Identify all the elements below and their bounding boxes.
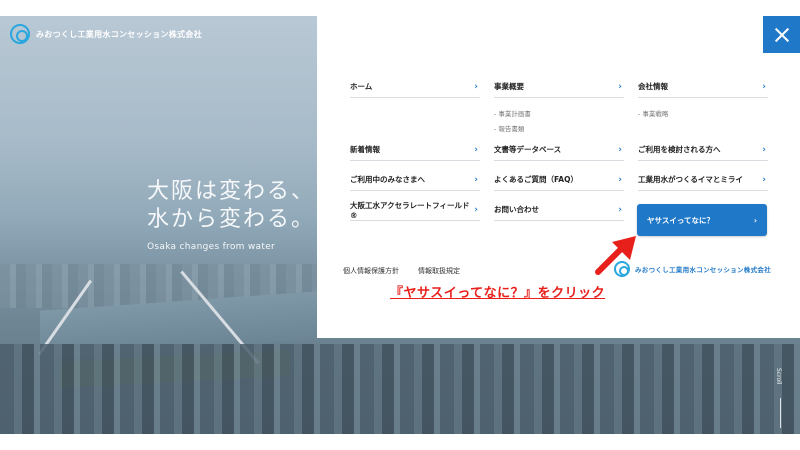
menu-item-label: 会社情報 [638,82,668,91]
chevron-right-icon: › [474,204,478,215]
scroll-indicator: Scroll [775,368,782,385]
chevron-right-icon: › [618,204,622,215]
hero-catchcopy: 大阪は変わる、 水から変わる。 [147,178,315,234]
red-arrow-icon [595,236,636,275]
chevron-right-icon: › [618,174,622,185]
menu-item-accelerate-field[interactable]: 大阪工水アクセラレートフィールド® › [350,199,480,221]
top-margin [0,0,800,16]
menu-item-news[interactable]: 新着情報 › [350,139,480,161]
menu-item-business-overview[interactable]: 事業概要 › [494,76,624,98]
menu-item-label: 新着情報 [350,145,380,154]
menu-item-prospective-users[interactable]: ご利用を検討される方へ › [638,139,768,161]
chevron-right-icon: › [753,215,757,225]
annotation-instruction: 『ヤサスイってなに？』をクリック [390,286,606,301]
menu-item-faq[interactable]: よくあるご質問（FAQ） › [494,169,624,191]
close-icon [774,27,790,43]
city-buildings [0,344,800,434]
catch-line-1: 大阪は変わる、 [147,179,316,204]
close-menu-button[interactable] [763,16,800,53]
menu-item-label: 文書等データベース [494,145,562,154]
menu-item-label: ご利用中のみなさまへ [350,175,425,184]
chevron-right-icon: › [762,174,766,185]
menu-item-contact[interactable]: お問い合わせ › [494,199,624,221]
logo-text: みおつくし工業用水コンセッション株式会社 [36,29,202,39]
chevron-right-icon: › [474,174,478,185]
logo-text: みおつくし工業用水コンセッション株式会社 [635,266,771,274]
privacy-policy-link[interactable]: 個人情報保護方針 [343,266,399,276]
menu-item-label: よくあるご質問（FAQ） [494,175,578,184]
submenu-reports[interactable]: - 報告書類 [494,123,524,133]
info-handling-link[interactable]: 情報取扱規定 [418,266,460,276]
hero-catchcopy-en: Osaka changes from water [147,242,276,252]
menu-item-label: 工業用水がつくるイマとミライ [638,175,743,184]
chevron-right-icon: › [474,144,478,155]
chevron-right-icon: › [618,81,622,92]
menu-item-now-and-future[interactable]: 工業用水がつくるイマとミライ › [638,169,768,191]
menu-item-label: 大阪工水アクセラレートフィールド® [350,200,470,220]
logo-icon [10,24,30,44]
menu-item-for-users[interactable]: ご利用中のみなさまへ › [350,169,480,191]
cta-button-label: ヤサスイってなに？ [647,215,714,225]
menu-item-label: ホーム [350,82,373,91]
catch-line-2: 水から変わる。 [147,207,316,232]
bottom-margin [0,434,800,450]
submenu-business-strategy[interactable]: - 事業戦略 [638,108,668,118]
menu-item-home[interactable]: ホーム › [350,76,480,98]
site-logo[interactable]: みおつくし工業用水コンセッション株式会社 [10,24,202,44]
submenu-business-plan[interactable]: - 事業計画書 [494,108,531,118]
menu-item-label: ご利用を検討される方へ [638,145,721,154]
menu-item-label: 事業概要 [494,82,524,91]
chevron-right-icon: › [474,81,478,92]
chevron-right-icon: › [762,81,766,92]
chevron-right-icon: › [618,144,622,155]
menu-item-label: お問い合わせ [494,205,539,214]
scroll-line [780,398,781,428]
menu-item-company-info[interactable]: 会社情報 › [638,76,768,98]
menu-item-document-database[interactable]: 文書等データベース › [494,139,624,161]
yasasui-cta-button[interactable]: ヤサスイってなに？ › [637,204,767,236]
chevron-right-icon: › [762,144,766,155]
